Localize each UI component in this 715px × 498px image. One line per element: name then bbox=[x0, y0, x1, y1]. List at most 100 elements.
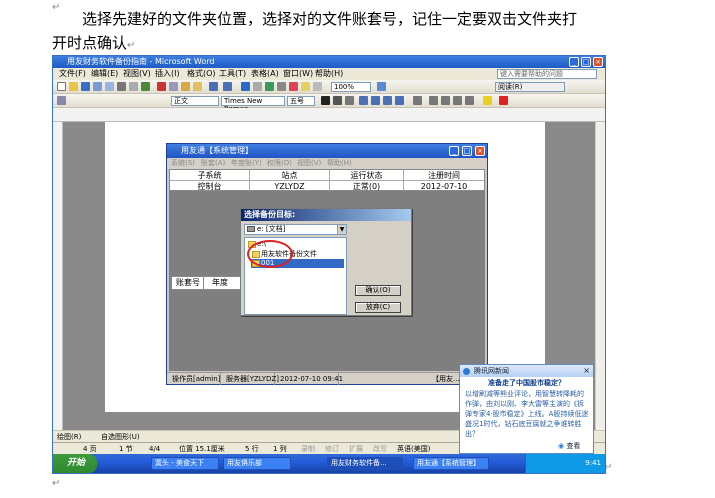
redo-icon[interactable] bbox=[223, 82, 232, 91]
news-close-icon[interactable]: × bbox=[583, 365, 590, 377]
word-title-bar: 用友财务软件备份指南 - Microsoft Word _ □ × bbox=[53, 56, 605, 68]
hyperlink-icon[interactable] bbox=[241, 82, 250, 91]
print-preview-icon[interactable] bbox=[129, 82, 138, 91]
col-year: 年度 bbox=[212, 278, 228, 287]
yy-menu-view[interactable]: 视图(V) bbox=[297, 158, 321, 169]
doc-line-2-text: 开时点确认 bbox=[52, 34, 128, 52]
news-body[interactable]: 以增刷减等熊业评论，用智慧转降耗的作弹，由刘以刚、李大雷等主演的《拆弹专家4·股… bbox=[465, 389, 589, 439]
yy-menubar: 系统(S) 账套(A) 年度账(Y) 权限(O) 视图(V) 帮助(H) bbox=[167, 158, 487, 169]
indent-icon[interactable] bbox=[465, 96, 474, 105]
yy-title: 用友通【系统管理】 bbox=[181, 146, 253, 155]
drive-icon bbox=[247, 226, 255, 232]
news-headline[interactable]: 准备走了中国股市稳定？ bbox=[460, 378, 593, 388]
menu-edit[interactable]: 编辑(E) bbox=[91, 68, 118, 80]
spelling-icon[interactable] bbox=[141, 82, 150, 91]
yy-maximize-icon[interactable]: □ bbox=[462, 146, 472, 156]
menu-help[interactable]: 帮助(H) bbox=[315, 68, 343, 80]
doc-line-1: 选择先建好的文件夹位置，选择对的文件账套号，记住一定要双击文件夹打 bbox=[82, 8, 682, 30]
system-tray: 9:41 bbox=[525, 454, 605, 473]
copy-icon[interactable] bbox=[169, 82, 178, 91]
numbering-icon[interactable] bbox=[429, 96, 438, 105]
doc-map-icon[interactable] bbox=[301, 82, 310, 91]
vertical-scrollbar[interactable] bbox=[595, 122, 605, 430]
taskbar-item-2[interactable]: 用友俱乐部 bbox=[223, 457, 291, 470]
bold-icon[interactable] bbox=[321, 96, 330, 105]
yy-title-bar: 用友通【系统管理】 _ □ × bbox=[167, 144, 487, 158]
yy-status-bar: 操作员[admin] 服务器[YZLYDZ] 2012-07-10 09:41 … bbox=[167, 372, 487, 385]
menu-tools[interactable]: 工具(T) bbox=[219, 68, 246, 80]
styles-icon[interactable] bbox=[57, 96, 66, 105]
help-icon[interactable] bbox=[377, 82, 386, 91]
news-view-link[interactable]: ◉ 查看 bbox=[558, 441, 580, 451]
save-icon[interactable] bbox=[81, 82, 90, 91]
drive-select[interactable]: e: [文档] ▼ bbox=[244, 224, 347, 235]
menu-view[interactable]: 视图(V) bbox=[123, 68, 151, 80]
news-title: 腾讯网新闻 bbox=[474, 367, 509, 375]
show-hide-icon[interactable] bbox=[313, 82, 322, 91]
drawing-icon[interactable] bbox=[289, 82, 298, 91]
open-icon[interactable] bbox=[69, 82, 78, 91]
word-menubar: 文件(F) 编辑(E) 视图(V) 插入(I) 格式(O) 工具(T) 表格(A… bbox=[53, 68, 605, 80]
taskbar-item-3[interactable]: 用友财务软件备... bbox=[327, 457, 403, 470]
menu-file[interactable]: 文件(F) bbox=[59, 68, 86, 80]
news-link-label: 查看 bbox=[566, 442, 581, 450]
yy-menu-help[interactable]: 帮助(H) bbox=[327, 158, 352, 169]
italic-icon[interactable] bbox=[333, 96, 342, 105]
yy-menu-account[interactable]: 账套(A) bbox=[201, 158, 225, 169]
ruler[interactable] bbox=[53, 108, 605, 122]
paragraph-mark: ↵ bbox=[127, 40, 136, 51]
new-doc-icon[interactable] bbox=[57, 82, 66, 91]
paragraph-mark-top: ↵ bbox=[52, 2, 61, 13]
align-left-icon[interactable] bbox=[359, 96, 368, 105]
col-subsystem: 子系统 bbox=[170, 170, 250, 181]
minimize-icon[interactable]: _ bbox=[569, 57, 579, 67]
style-select[interactable]: 正文 bbox=[171, 96, 219, 106]
menu-table[interactable]: 表格(A) bbox=[251, 68, 279, 80]
chevron-down-icon[interactable]: ▼ bbox=[337, 225, 346, 234]
clock[interactable]: 9:41 bbox=[585, 459, 601, 467]
font-color-icon[interactable] bbox=[499, 96, 508, 105]
table-icon[interactable] bbox=[253, 82, 262, 91]
col-account-no: 账套号 bbox=[176, 277, 204, 289]
line-spacing-icon[interactable] bbox=[413, 96, 422, 105]
print-icon[interactable] bbox=[117, 82, 126, 91]
confirm-button[interactable]: 确认(O) bbox=[355, 285, 401, 296]
email-icon[interactable] bbox=[105, 82, 114, 91]
highlight-circle bbox=[247, 240, 293, 268]
menu-window[interactable]: 窗口(W) bbox=[283, 68, 313, 80]
yy-close-icon[interactable]: × bbox=[475, 146, 485, 156]
start-button[interactable]: 开始 bbox=[53, 454, 97, 473]
yy-menu-system[interactable]: 系统(S) bbox=[171, 158, 195, 169]
word-title: 用友财务软件备份指南 - Microsoft Word bbox=[67, 57, 215, 66]
bullets-icon[interactable] bbox=[441, 96, 450, 105]
undo-icon[interactable] bbox=[209, 82, 218, 91]
excel-icon[interactable] bbox=[265, 82, 274, 91]
cut-icon[interactable] bbox=[157, 82, 166, 91]
format-painter-icon[interactable] bbox=[193, 82, 202, 91]
taskbar-item-1[interactable]: 寞头 - 美食天下 bbox=[151, 457, 219, 470]
columns-icon[interactable] bbox=[277, 82, 286, 91]
yy-subsystem-table: 子系统 站点 运行状态 注册时间 控制台 YZLYDZ 正常(0) 2012-0… bbox=[169, 169, 485, 202]
align-center-icon[interactable] bbox=[371, 96, 380, 105]
yy-menu-year[interactable]: 年度账(Y) bbox=[231, 158, 262, 169]
underline-icon[interactable] bbox=[345, 96, 354, 105]
highlight-icon[interactable] bbox=[483, 96, 492, 105]
yy-minimize-icon[interactable]: _ bbox=[449, 146, 459, 156]
permission-icon[interactable] bbox=[93, 82, 102, 91]
menu-format[interactable]: 格式(O) bbox=[187, 68, 216, 80]
zoom-select[interactable]: 100% bbox=[331, 82, 371, 92]
size-select[interactable]: 五号 bbox=[287, 96, 315, 106]
maximize-icon[interactable]: □ bbox=[581, 57, 591, 67]
taskbar-item-4[interactable]: 用友通【系统管理】 bbox=[413, 457, 489, 470]
help-search-input[interactable]: 键入需要帮助的问题 bbox=[497, 69, 597, 79]
yy-menu-permission[interactable]: 权限(O) bbox=[267, 158, 292, 169]
paste-icon[interactable] bbox=[181, 82, 190, 91]
outdent-icon[interactable] bbox=[453, 96, 462, 105]
font-select[interactable]: Times New Roman bbox=[221, 96, 285, 113]
cancel-button[interactable]: 放弃(C) bbox=[355, 302, 401, 313]
justify-icon[interactable] bbox=[395, 96, 404, 105]
align-right-icon[interactable] bbox=[383, 96, 392, 105]
read-mode-button[interactable]: 阅读(R) bbox=[495, 82, 565, 92]
menu-insert[interactable]: 插入(I) bbox=[155, 68, 180, 80]
close-icon[interactable]: × bbox=[593, 57, 603, 67]
